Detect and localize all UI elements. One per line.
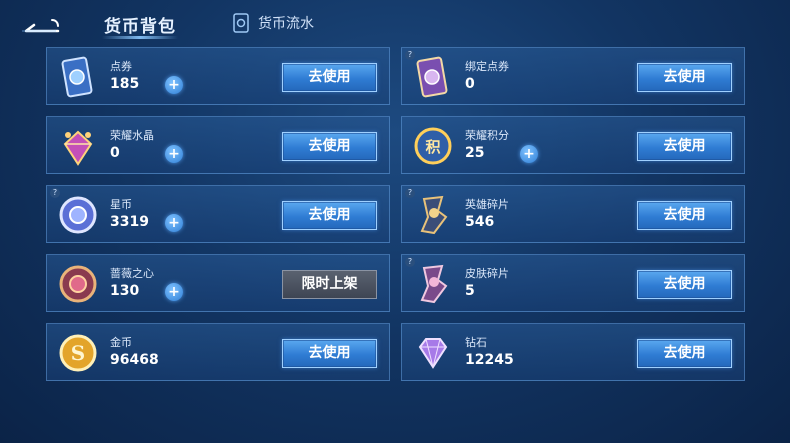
currency-card-hero-fragment: ? 英雄碎片 546 去使用 bbox=[401, 185, 745, 243]
add-honor-points-button[interactable]: + bbox=[520, 145, 538, 163]
top-bar: 货币背包 货币流水 bbox=[0, 0, 790, 46]
currency-card-diamond: 钻石 12245 去使用 bbox=[401, 323, 745, 381]
page-title: 货币背包 bbox=[104, 17, 176, 37]
use-skin-fragment-button[interactable]: 去使用 bbox=[637, 270, 732, 299]
rose-heart-icon bbox=[59, 265, 97, 303]
currency-card-honor-points: 积 荣耀积分 25 + 去使用 bbox=[401, 116, 745, 174]
add-star-coin-button[interactable]: + bbox=[165, 214, 183, 232]
currency-card-bound-voucher: ? 绑定点券 0 去使用 bbox=[401, 47, 745, 105]
currency-amount: 130 bbox=[110, 283, 140, 299]
currency-amount: 5 bbox=[465, 283, 475, 299]
honor-points-icon: 积 bbox=[414, 127, 452, 165]
currency-name: 荣耀积分 bbox=[465, 129, 509, 142]
currency-name: 皮肤碎片 bbox=[465, 267, 509, 280]
honor-crystal-icon bbox=[63, 130, 93, 166]
star-coin-icon bbox=[59, 196, 97, 234]
currency-amount: 185 bbox=[110, 76, 140, 92]
currency-card-skin-fragment: ? 皮肤碎片 5 去使用 bbox=[401, 254, 745, 312]
svg-text:积: 积 bbox=[425, 138, 440, 156]
limited-listing-label: 限时上架 bbox=[282, 270, 377, 299]
add-rose-heart-button[interactable]: + bbox=[165, 283, 183, 301]
currency-name: 蔷薇之心 bbox=[110, 267, 154, 280]
use-honor-points-button[interactable]: 去使用 bbox=[637, 132, 732, 161]
bound-voucher-card-icon bbox=[416, 56, 448, 98]
skin-fragment-icon bbox=[420, 264, 448, 304]
use-honor-crystal-button[interactable]: 去使用 bbox=[282, 132, 377, 161]
hero-fragment-icon bbox=[420, 195, 448, 235]
currency-flow-label: 货币流水 bbox=[258, 16, 314, 32]
currency-card-voucher: 点券 185 + 去使用 bbox=[46, 47, 390, 105]
currency-amount: 3319 bbox=[110, 214, 149, 230]
gold-coin-icon: S bbox=[59, 334, 97, 372]
currency-card-star-coin: ? 星币 3319 + 去使用 bbox=[46, 185, 390, 243]
currency-name: 星币 bbox=[110, 198, 132, 211]
use-voucher-button[interactable]: 去使用 bbox=[282, 63, 377, 92]
diamond-icon bbox=[418, 338, 448, 369]
currency-name: 荣耀水晶 bbox=[110, 129, 154, 142]
voucher-card-icon bbox=[61, 56, 93, 98]
add-voucher-button[interactable]: + bbox=[165, 76, 183, 94]
back-arrow-icon[interactable] bbox=[18, 12, 60, 34]
currency-flow-icon bbox=[233, 13, 249, 33]
currency-flow-tab[interactable]: 货币流水 bbox=[232, 13, 314, 33]
currency-name: 绑定点券 bbox=[465, 60, 509, 73]
currency-name: 金币 bbox=[110, 336, 132, 349]
use-star-coin-button[interactable]: 去使用 bbox=[282, 201, 377, 230]
svg-text:S: S bbox=[71, 341, 85, 365]
use-hero-fragment-button[interactable]: 去使用 bbox=[637, 201, 732, 230]
currency-amount: 12245 bbox=[465, 352, 514, 368]
currency-amount: 546 bbox=[465, 214, 495, 230]
currency-amount: 25 bbox=[465, 145, 485, 161]
currency-amount: 96468 bbox=[110, 352, 159, 368]
currency-card-honor-crystal: 荣耀水晶 0 + 去使用 bbox=[46, 116, 390, 174]
currency-card-rose-heart: 蔷薇之心 130 + 限时上架 bbox=[46, 254, 390, 312]
currency-name: 钻石 bbox=[465, 336, 487, 349]
active-tab-underline bbox=[102, 36, 178, 39]
currency-amount: 0 bbox=[465, 76, 475, 92]
currency-name: 点券 bbox=[110, 60, 132, 73]
use-bound-voucher-button[interactable]: 去使用 bbox=[637, 63, 732, 92]
currency-card-gold-coin: S 金币 96468 去使用 bbox=[46, 323, 390, 381]
add-honor-crystal-button[interactable]: + bbox=[165, 145, 183, 163]
currency-amount: 0 bbox=[110, 145, 120, 161]
use-diamond-button[interactable]: 去使用 bbox=[637, 339, 732, 368]
use-gold-coin-button[interactable]: 去使用 bbox=[282, 339, 377, 368]
currency-name: 英雄碎片 bbox=[465, 198, 509, 211]
